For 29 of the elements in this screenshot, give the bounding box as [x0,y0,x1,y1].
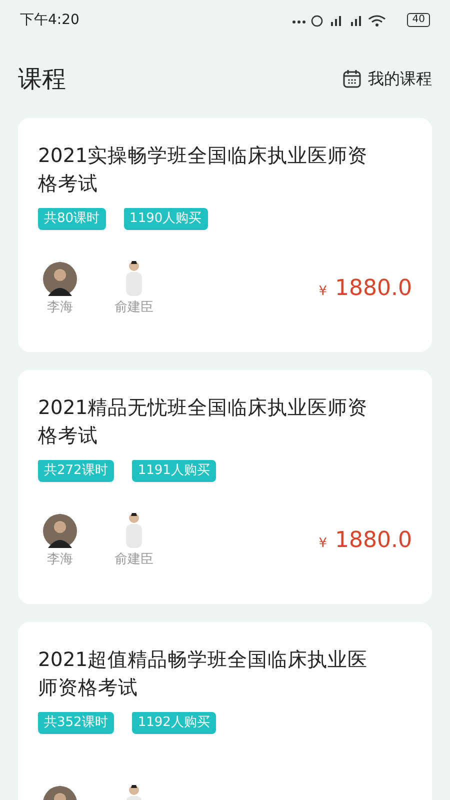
course-price: 1880.0 [335,276,412,300]
teacher-name: 俞建臣 [114,551,154,568]
course-card[interactable]: 2021精品无忧班全国临床执业医师资格考试 共272课时 1191人购买 李海 俞建臣 ¥ 1880.0 [18,370,432,604]
course-price: 1880.0 [335,528,412,552]
course-tag: 共272课时 [38,460,114,482]
course-card[interactable]: 2021实操畅学班全国临床执业医师资格考试 共80课时 1190人购买 李海 俞建臣 ¥ 1880.0 [18,118,432,352]
course-title: 2021精品无忧班全国临床执业医师资格考试 [38,395,369,449]
avatar-icon [123,512,145,548]
course-tag: 1191人购买 [132,460,216,482]
avatar-icon [43,514,77,548]
currency-symbol: ¥ [318,536,328,550]
course-card[interactable]: 2021超值精品畅学班全国临床执业医师资格考试 共352课时 1192人购买 [18,622,432,800]
course-tag: 共80课时 [38,208,106,230]
course-title: 2021超值精品畅学班全国临床执业医师资格考试 [38,647,369,701]
avatar-icon [123,260,145,296]
course-tag: 1190人购买 [124,208,208,230]
page-title: 课程 [18,64,66,95]
avatar-icon [43,262,77,296]
calendar-icon [342,69,362,89]
currency-symbol: ¥ [318,284,328,298]
status-time: 下午4:20 [20,11,80,29]
battery-level: 40 [407,13,430,27]
course-tag: 1192人购买 [132,712,216,734]
teacher-name: 俞建臣 [114,299,154,316]
course-tag: 共352课时 [38,712,114,734]
my-courses-button[interactable]: 我的课程 [342,68,432,90]
course-title: 2021实操畅学班全国临床执业医师资格考试 [38,143,369,197]
teacher-name: 李海 [47,551,73,568]
teacher-name: 李海 [47,299,73,316]
